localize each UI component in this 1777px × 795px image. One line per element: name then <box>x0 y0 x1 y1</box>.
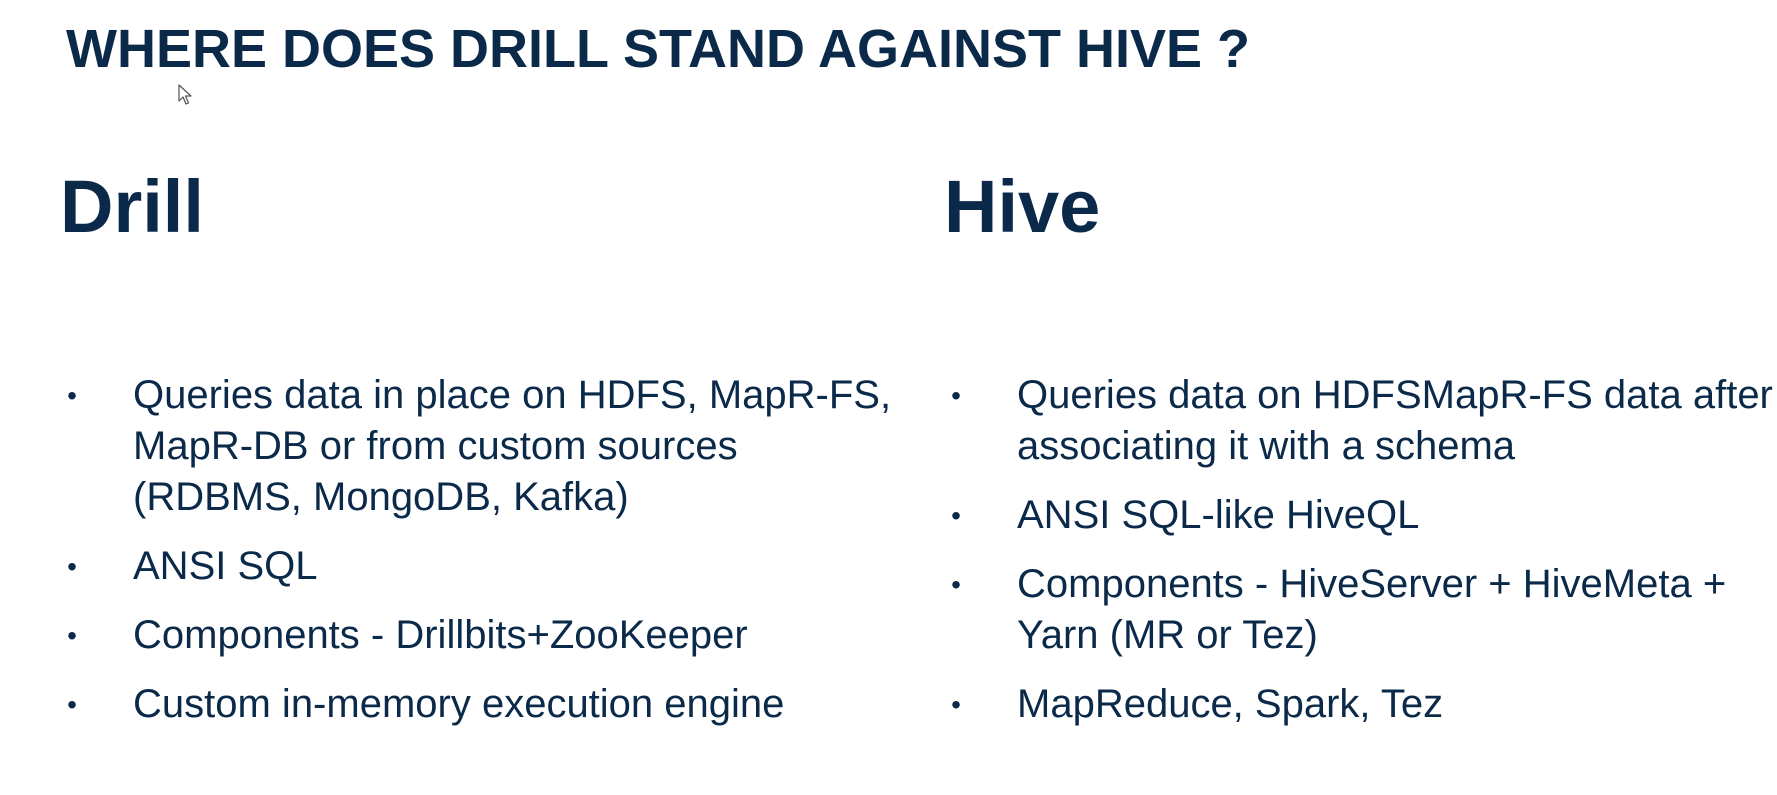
drill-heading: Drill <box>60 165 204 248</box>
drill-bullet-list: • Queries data in place on HDFS, MapR-FS… <box>60 370 903 748</box>
list-item: • ANSI SQL <box>60 541 903 592</box>
list-item: • Custom in-memory execution engine <box>60 679 903 730</box>
list-item: • ANSI SQL-like HiveQL <box>944 490 1777 541</box>
bullet-icon: • <box>951 689 961 720</box>
list-item: • Components - HiveServer + HiveMeta + Y… <box>944 559 1777 661</box>
hive-bullet-list: • Queries data on HDFSMapR-FS data after… <box>944 370 1777 748</box>
bullet-icon: • <box>951 500 961 531</box>
list-item: • Components - Drillbits+ZooKeeper <box>60 610 903 661</box>
bullet-icon: • <box>951 569 961 600</box>
mouse-pointer-icon <box>178 84 192 105</box>
bullet-icon: • <box>67 380 77 411</box>
bullet-text: ANSI SQL-like HiveQL <box>1017 493 1420 537</box>
list-item: • MapReduce, Spark, Tez <box>944 679 1777 730</box>
bullet-text: MapReduce, Spark, Tez <box>1017 682 1444 726</box>
bullet-icon: • <box>67 551 77 582</box>
hive-heading: Hive <box>944 165 1101 248</box>
bullet-text: Queries data on HDFSMapR-FS data after a… <box>1017 373 1773 468</box>
slide-title: WHERE DOES DRILL STAND AGAINST HIVE ? <box>66 19 1251 79</box>
bullet-text: Components - HiveServer + HiveMeta + Yar… <box>1017 562 1727 657</box>
bullet-text: Components - Drillbits+ZooKeeper <box>133 613 748 657</box>
drill-column: Drill • Queries data in place on HDFS, M… <box>60 165 891 727</box>
list-item: • Queries data in place on HDFS, MapR-FS… <box>60 370 903 523</box>
bullet-icon: • <box>951 380 961 411</box>
bullet-text: Custom in-memory execution engine <box>133 682 785 726</box>
list-item: • Queries data on HDFSMapR-FS data after… <box>944 370 1777 472</box>
bullet-text: ANSI SQL <box>133 544 318 588</box>
bullet-icon: • <box>67 689 77 720</box>
bullet-text: Queries data in place on HDFS, MapR-FS, … <box>133 373 892 519</box>
hive-column: Hive • Queries data on HDFSMapR-FS data … <box>944 165 1773 727</box>
bullet-icon: • <box>67 620 77 651</box>
slide: WHERE DOES DRILL STAND AGAINST HIVE ? Dr… <box>0 0 1777 795</box>
